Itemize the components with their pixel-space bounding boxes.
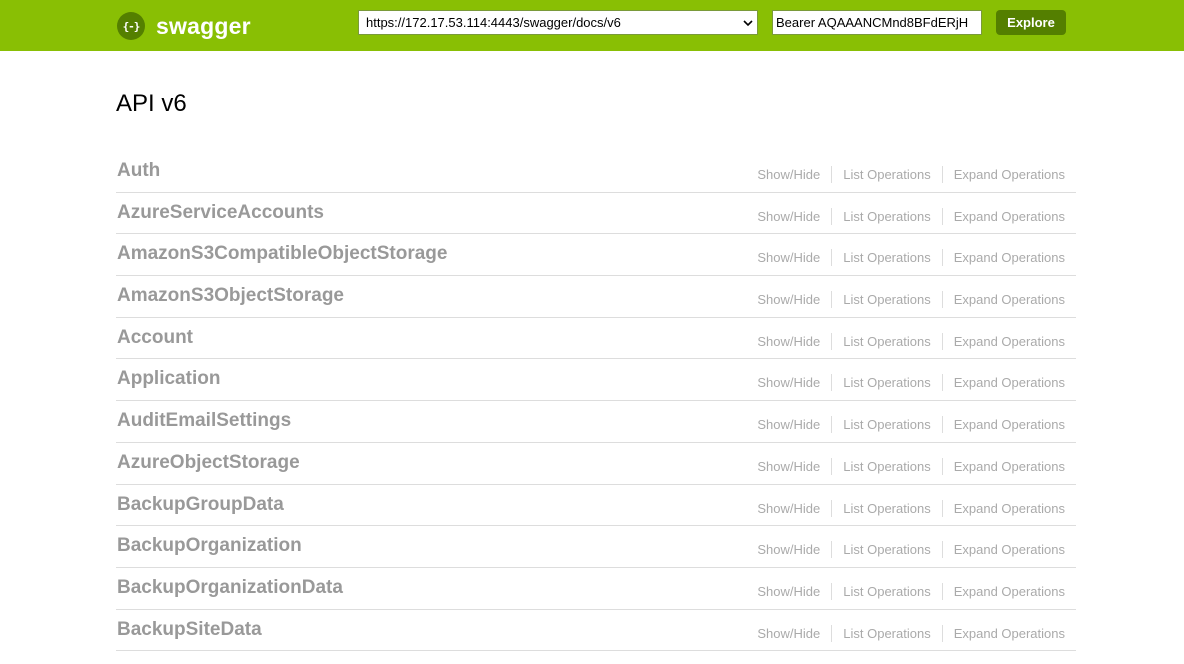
show-hide-link[interactable]: Show/Hide	[746, 291, 831, 308]
resource-operations: Show/Hide List Operations Expand Operation…	[746, 541, 1076, 559]
resource-operations: Show/Hide List Operations Expand Operation…	[746, 457, 1076, 475]
chevron-down-icon	[743, 20, 753, 27]
api-key-value: Bearer AQAAANCMnd8BFdERjH	[776, 15, 969, 30]
show-hide-link[interactable]: Show/Hide	[746, 625, 831, 642]
resource-name-link[interactable]: BackupOrganizationData	[117, 577, 343, 599]
list-operations-link[interactable]: List Operations	[831, 207, 941, 225]
list-operations-link[interactable]: List Operations	[831, 624, 941, 642]
resource-row: BackupOrganizationData Show/Hide List Oper…	[116, 568, 1076, 610]
list-operations-link[interactable]: List Operations	[831, 332, 941, 350]
resource-row: AmazonS3CompatibleObjectStorage Show/Hide…	[116, 234, 1076, 277]
swagger-logo[interactable]: {-} swagger	[117, 12, 251, 40]
resource-row: Auth Show/Hide List Operations Expand Opera…	[116, 151, 1076, 193]
explore-button[interactable]: Explore	[996, 10, 1066, 35]
show-hide-link[interactable]: Show/Hide	[746, 333, 831, 350]
expand-operations-link[interactable]: Expand Operations	[941, 582, 1076, 600]
top-bar: {-} swagger https://172.17.53.114:4443/s…	[0, 0, 1184, 51]
logo-text: swagger	[156, 12, 251, 39]
resource-row: BackupOrganization Show/Hide List Operatio…	[116, 526, 1076, 568]
api-url-value: https://172.17.53.114:4443/swagger/docs/…	[366, 15, 621, 30]
resource-operations: Show/Hide List Operations Expand Operation…	[746, 207, 1076, 225]
page-title: API v6	[116, 90, 187, 117]
resource-name-link[interactable]: AuditEmailSettings	[117, 410, 291, 432]
resource-name-link[interactable]: BackupGroupData	[117, 494, 284, 516]
resource-row: Application Show/Hide List Operations Expan…	[116, 359, 1076, 402]
expand-operations-link[interactable]: Expand Operations	[941, 374, 1076, 392]
resource-name-link[interactable]: Account	[117, 327, 193, 349]
resource-name-link[interactable]: AmazonS3CompatibleObjectStorage	[117, 243, 447, 265]
resource-row: BackupSiteData Show/Hide List Operations Ex…	[116, 610, 1076, 652]
resource-row: BackupGroupData Show/Hide List Operations E…	[116, 485, 1076, 527]
expand-operations-link[interactable]: Expand Operations	[941, 499, 1076, 517]
resource-operations: Show/Hide List Operations Expand Operation…	[746, 624, 1076, 642]
api-key-input[interactable]: Bearer AQAAANCMnd8BFdERjH	[772, 10, 982, 35]
resource-operations: Show/Hide List Operations Expand Operation…	[746, 499, 1076, 517]
expand-operations-link[interactable]: Expand Operations	[941, 624, 1076, 642]
resource-operations: Show/Hide List Operations Expand Operation…	[746, 582, 1076, 600]
resource-name-link[interactable]: AzureObjectStorage	[117, 452, 300, 474]
resource-operations: Show/Hide List Operations Expand Operation…	[746, 249, 1076, 267]
list-operations-link[interactable]: List Operations	[831, 416, 941, 434]
resource-operations: Show/Hide List Operations Expand Operation…	[746, 166, 1076, 183]
resource-operations: Show/Hide List Operations Expand Operation…	[746, 332, 1076, 350]
expand-operations-link[interactable]: Expand Operations	[941, 332, 1076, 350]
resource-list: Auth Show/Hide List Operations Expand Opera…	[116, 151, 1076, 652]
show-hide-link[interactable]: Show/Hide	[746, 374, 831, 391]
resource-name-link[interactable]: Auth	[117, 160, 160, 182]
list-operations-link[interactable]: List Operations	[831, 166, 941, 183]
resource-row: AzureObjectStorage Show/Hide List Operatio…	[116, 443, 1076, 485]
resource-name-link[interactable]: AmazonS3ObjectStorage	[117, 285, 344, 307]
expand-operations-link[interactable]: Expand Operations	[941, 416, 1076, 434]
resource-operations: Show/Hide List Operations Expand Operation…	[746, 416, 1076, 434]
list-operations-link[interactable]: List Operations	[831, 541, 941, 559]
resource-name-link[interactable]: AzureServiceAccounts	[117, 202, 324, 224]
list-operations-link[interactable]: List Operations	[831, 499, 941, 517]
resource-name-link[interactable]: BackupOrganization	[117, 535, 302, 557]
expand-operations-link[interactable]: Expand Operations	[941, 249, 1076, 267]
show-hide-link[interactable]: Show/Hide	[746, 249, 831, 266]
expand-operations-link[interactable]: Expand Operations	[941, 207, 1076, 225]
resource-row: Account Show/Hide List Operations Expand Op…	[116, 318, 1076, 360]
show-hide-link[interactable]: Show/Hide	[746, 416, 831, 433]
list-operations-link[interactable]: List Operations	[831, 457, 941, 475]
resource-name-link[interactable]: Application	[117, 368, 220, 390]
show-hide-link[interactable]: Show/Hide	[746, 500, 831, 517]
show-hide-link[interactable]: Show/Hide	[746, 458, 831, 475]
resource-row: AuditEmailSettings Show/Hide List Operatio…	[116, 401, 1076, 443]
expand-operations-link[interactable]: Expand Operations	[941, 457, 1076, 475]
resource-row: AmazonS3ObjectStorage Show/Hide List Opera…	[116, 276, 1076, 318]
show-hide-link[interactable]: Show/Hide	[746, 583, 831, 600]
list-operations-link[interactable]: List Operations	[831, 374, 941, 392]
logo-icon-glyph: {-}	[122, 19, 141, 33]
expand-operations-link[interactable]: Expand Operations	[941, 166, 1076, 183]
swagger-logo-icon: {-}	[117, 12, 145, 40]
list-operations-link[interactable]: List Operations	[831, 249, 941, 267]
resource-row: AzureServiceAccounts Show/Hide List Operat…	[116, 193, 1076, 235]
show-hide-link[interactable]: Show/Hide	[746, 541, 831, 558]
list-operations-link[interactable]: List Operations	[831, 291, 941, 309]
expand-operations-link[interactable]: Expand Operations	[941, 291, 1076, 309]
show-hide-link[interactable]: Show/Hide	[746, 166, 831, 183]
resource-operations: Show/Hide List Operations Expand Operation…	[746, 291, 1076, 309]
resource-operations: Show/Hide List Operations Expand Operation…	[746, 374, 1076, 392]
list-operations-link[interactable]: List Operations	[831, 582, 941, 600]
show-hide-link[interactable]: Show/Hide	[746, 208, 831, 225]
api-url-select[interactable]: https://172.17.53.114:4443/swagger/docs/…	[358, 10, 758, 35]
expand-operations-link[interactable]: Expand Operations	[941, 541, 1076, 559]
resource-name-link[interactable]: BackupSiteData	[117, 619, 262, 641]
